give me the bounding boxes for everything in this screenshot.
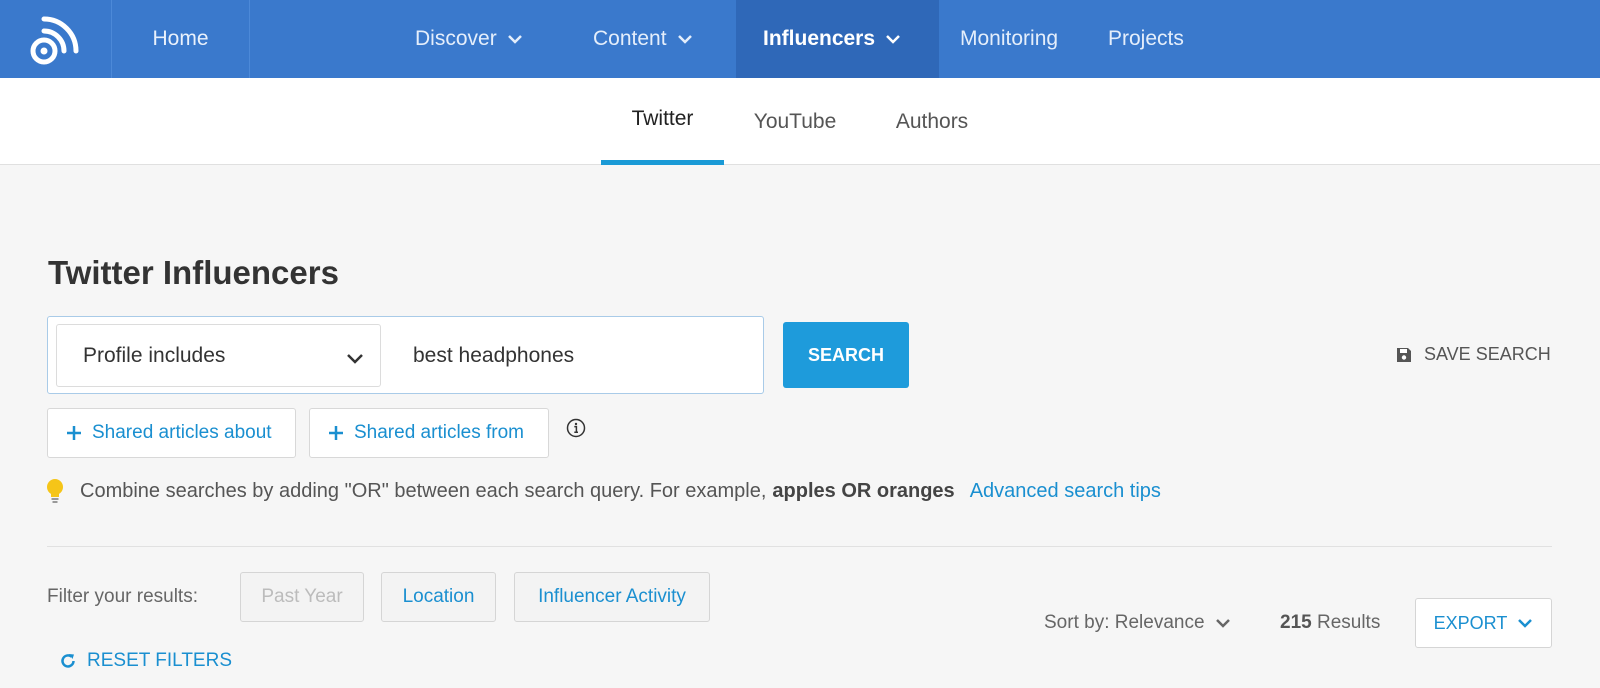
tip-example: apples OR oranges xyxy=(772,479,955,502)
sub-nav: Twitter YouTube Authors xyxy=(0,78,1600,165)
reset-filters-button[interactable]: RESET FILTERS xyxy=(59,650,232,672)
chevron-down-icon xyxy=(677,34,693,44)
tab-authors[interactable]: Authors xyxy=(882,78,982,165)
nav-influencers[interactable]: Influencers xyxy=(736,0,939,78)
filter-label: Filter your results: xyxy=(47,586,198,607)
tab-authors-label: Authors xyxy=(895,109,969,133)
export-label: EXPORT xyxy=(1433,612,1508,633)
nav-discover[interactable]: Discover xyxy=(415,0,523,78)
sort-dropdown[interactable]: Sort by: Relevance xyxy=(1044,612,1231,634)
chevron-down-icon xyxy=(346,347,364,371)
filter-past-year-button[interactable]: Past Year xyxy=(240,572,364,622)
search-button[interactable]: SEARCH xyxy=(783,322,909,388)
results-count: 215 Results xyxy=(1280,612,1380,634)
tip-text: Combine searches by adding "OR" between … xyxy=(80,479,767,502)
refresh-icon xyxy=(61,654,75,668)
nav-influencers-label: Influencers xyxy=(763,27,876,50)
plus-icon xyxy=(66,425,82,441)
search-box: Profile includes xyxy=(47,316,764,394)
results-number: 215 xyxy=(1280,612,1312,633)
lightbulb-icon xyxy=(46,478,64,504)
chevron-down-icon xyxy=(885,34,901,44)
plus-icon xyxy=(328,425,344,441)
nav-content[interactable]: Content xyxy=(593,0,693,78)
add-shared-articles-from[interactable]: Shared articles from xyxy=(309,408,549,458)
save-search-label: SAVE SEARCH xyxy=(1424,344,1551,364)
filter-influencer-activity-button[interactable]: Influencer Activity xyxy=(514,572,710,622)
profile-filter-value: Profile includes xyxy=(83,343,226,367)
results-label: Results xyxy=(1316,612,1381,633)
top-nav: Home Discover Content Influencers Monito… xyxy=(0,0,1600,78)
chip-from-label: Shared articles from xyxy=(354,422,525,443)
page-title: Twitter Influencers xyxy=(48,254,339,291)
tab-twitter[interactable]: Twitter xyxy=(601,78,724,165)
save-search-button[interactable]: SAVE SEARCH xyxy=(1396,344,1551,365)
export-button[interactable]: EXPORT xyxy=(1415,598,1552,648)
advanced-search-tips-link[interactable]: Advanced search tips xyxy=(970,480,1161,503)
nav-discover-label: Discover xyxy=(415,27,497,50)
divider xyxy=(47,546,1552,547)
profile-filter-select[interactable]: Profile includes xyxy=(56,324,381,387)
reset-filters-label: RESET FILTERS xyxy=(87,650,232,671)
chevron-down-icon xyxy=(507,34,523,44)
search-input[interactable] xyxy=(413,339,743,373)
tab-youtube-label: YouTube xyxy=(753,109,837,133)
nav-home[interactable]: Home xyxy=(112,0,250,78)
nav-projects[interactable]: Projects xyxy=(1108,0,1184,78)
nav-content-label: Content xyxy=(593,27,667,50)
nav-monitoring-label: Monitoring xyxy=(960,27,1059,50)
nav-home-label: Home xyxy=(152,27,209,50)
sort-label: Sort by: Relevance xyxy=(1044,612,1205,633)
filter-location-button[interactable]: Location xyxy=(381,572,496,622)
info-icon[interactable] xyxy=(566,418,586,438)
chip-about-label: Shared articles about xyxy=(92,422,272,443)
nav-monitoring[interactable]: Monitoring xyxy=(960,0,1058,78)
logo[interactable] xyxy=(0,0,112,78)
nav-projects-label: Projects xyxy=(1108,27,1184,50)
chevron-down-icon xyxy=(1517,618,1533,628)
tab-youtube[interactable]: YouTube xyxy=(742,78,848,165)
rss-logo-icon xyxy=(30,16,78,65)
add-shared-articles-about[interactable]: Shared articles about xyxy=(47,408,296,458)
tab-twitter-label: Twitter xyxy=(631,107,694,130)
chevron-down-icon xyxy=(1215,618,1231,628)
search-tip: Combine searches by adding "OR" between … xyxy=(46,478,1161,504)
save-icon xyxy=(1397,347,1411,362)
